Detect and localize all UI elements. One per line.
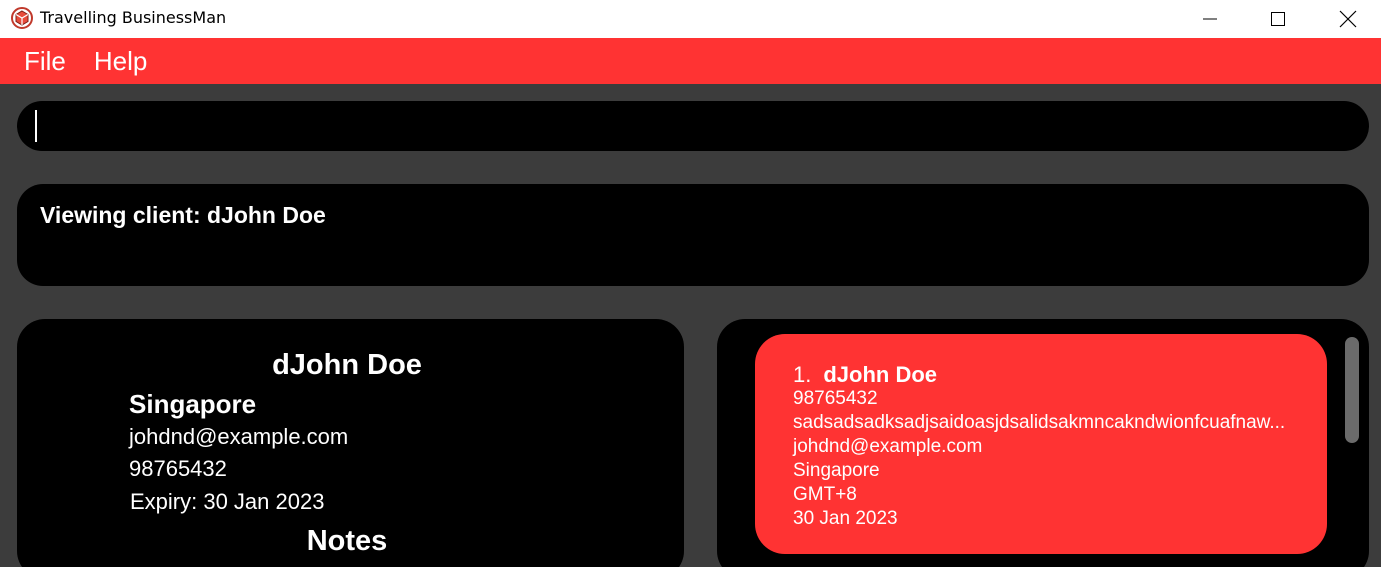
client-list-panel[interactable]: 1. dJohn Doe 98765432 sadsadsadksadjsaido… [717, 319, 1369, 567]
client-card-note: sadsadsadksadjsaidoasjdsalidsakmncakndwi… [793, 412, 1286, 433]
detail-location: Singapore [129, 389, 257, 419]
client-card-email: johdnd@example.com [793, 436, 983, 457]
client-card-header: 1. dJohn Doe [793, 362, 937, 388]
menu-help[interactable]: Help [80, 46, 161, 77]
window-edge [1381, 38, 1386, 567]
client-card-phone: 98765432 [793, 388, 878, 409]
close-icon [1339, 10, 1357, 28]
command-box[interactable] [17, 101, 1369, 153]
title-bar: Travelling BusinessMan [0, 0, 1386, 38]
client-card-index: 1. [793, 362, 812, 387]
notes-heading: Notes [306, 525, 388, 557]
text-cursor [35, 110, 37, 142]
command-input[interactable] [29, 101, 1353, 153]
result-display: Viewing client: dJohn Doe [17, 184, 1369, 286]
close-button[interactable] [1314, 0, 1382, 38]
maximize-button[interactable] [1244, 0, 1312, 38]
menu-file[interactable]: File [0, 46, 80, 77]
minimize-icon [1203, 18, 1217, 20]
maximize-icon [1271, 12, 1285, 26]
client-detail-panel: dJohn Doe Singapore johdnd@example.com 9… [17, 319, 684, 567]
detail-client-name: dJohn Doe [272, 349, 422, 381]
window-title: Travelling BusinessMan [40, 8, 227, 27]
minimize-button[interactable] [1176, 0, 1244, 38]
result-message: Viewing client: dJohn Doe [40, 202, 326, 228]
list-scrollbar[interactable] [1345, 337, 1359, 443]
client-card-name: dJohn Doe [823, 362, 938, 387]
cube-logo-icon [10, 6, 34, 30]
client-card[interactable]: 1. dJohn Doe 98765432 sadsadsadksadjsaido… [755, 334, 1327, 554]
detail-email: johdnd@example.com [129, 424, 349, 449]
detail-expiry: Expiry: 30 Jan 2023 [130, 489, 325, 514]
client-card-expiry: 30 Jan 2023 [793, 508, 898, 529]
detail-phone: 98765432 [129, 456, 227, 481]
app-window: Travelling BusinessMan File Help Viewing… [0, 0, 1386, 567]
client-card-location: Singapore [793, 460, 880, 481]
menu-bar: File Help [0, 38, 1381, 84]
client-card-timezone: GMT+8 [793, 484, 857, 505]
